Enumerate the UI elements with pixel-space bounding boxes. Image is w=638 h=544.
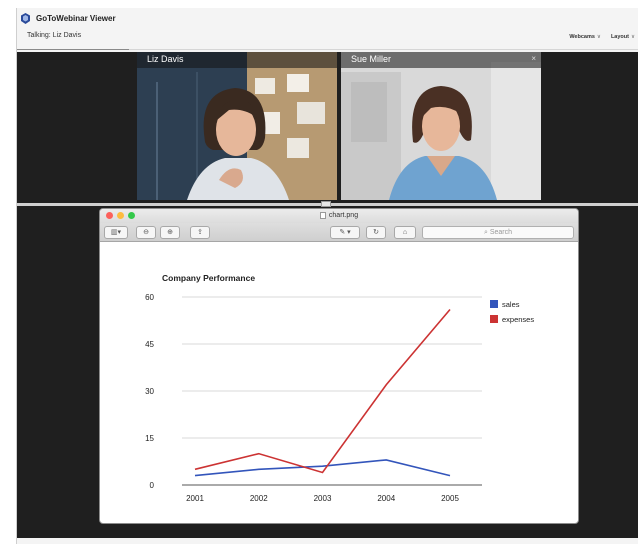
markup-button[interactable]: ✎ ▾ <box>330 226 360 239</box>
preview-title-bar: chart.png <box>100 209 578 223</box>
zoom-out-button[interactable]: ⊖ <box>136 226 156 239</box>
search-field[interactable]: ⌕ Search <box>422 226 574 239</box>
legend-label-sales: sales <box>502 300 520 309</box>
presentation-stage: Liz Davis Sue Miller × chart.png ▥▾ ⊖ ⊕ … <box>17 52 638 538</box>
toolbox-icon: ⌂ <box>402 229 408 236</box>
webcams-menu-label: Webcams <box>569 34 595 40</box>
layout-menu[interactable]: Layout ∨ <box>611 34 635 40</box>
gotowebinar-window: GoToWebinar Viewer Talking: Liz Davis We… <box>16 8 638 544</box>
share-icon: ⇪ <box>197 229 203 236</box>
line-chart: Company Performance 0 15 30 45 60 2001 2002 200… <box>145 273 534 503</box>
webcam-name: Liz Davis <box>137 52 337 68</box>
share-button[interactable]: ⇪ <box>190 226 210 239</box>
gotowebinar-logo-icon <box>21 12 30 24</box>
x-tick-label: 2005 <box>441 494 459 503</box>
talking-indicator: Talking: Liz Davis <box>27 32 82 39</box>
layout-menu-label: Layout <box>610 34 629 40</box>
close-window-button[interactable] <box>106 212 113 219</box>
y-tick-label: 0 <box>150 481 155 490</box>
y-tick-label: 45 <box>145 340 154 349</box>
search-placeholder: Search <box>489 229 513 236</box>
file-name: chart.png <box>328 212 359 219</box>
talking-bar: Talking: Liz Davis Webcams ∨ Layout ∨ <box>17 28 638 50</box>
rotate-icon: ↻ <box>373 229 379 236</box>
y-tick-label: 60 <box>145 293 154 302</box>
chevron-down-icon: ∨ <box>596 34 601 40</box>
divider-grip-handle[interactable] <box>321 201 331 207</box>
chart-title: Company Performance <box>162 273 255 283</box>
x-tick-label: 2003 <box>314 494 332 503</box>
preview-window: chart.png ▥▾ ⊖ ⊕ ⇪ ✎ ▾ ↻ ⌂ ⌕ Search Comp… <box>99 208 579 524</box>
legend-swatch-sales <box>490 300 498 308</box>
title-bar: GoToWebinar Viewer <box>17 8 638 28</box>
y-tick-label: 30 <box>145 387 154 396</box>
toolbox-button[interactable]: ⌂ <box>394 226 416 239</box>
chart-area: Company Performance 0 15 30 45 60 2001 2002 200… <box>100 243 578 523</box>
minimize-window-button[interactable] <box>117 212 124 219</box>
webcams-menu[interactable]: Webcams ∨ <box>569 34 601 40</box>
pen-icon: ✎ ▾ <box>339 229 351 236</box>
preview-toolbar: ▥▾ ⊖ ⊕ ⇪ ✎ ▾ ↻ ⌂ ⌕ Search <box>100 223 578 242</box>
x-tick-label: 2002 <box>250 494 268 503</box>
legend-swatch-expenses <box>490 315 498 323</box>
close-icon[interactable]: × <box>531 54 536 63</box>
webcam-video-liz-davis <box>137 52 337 200</box>
chevron-down-icon: ∨ <box>630 34 635 40</box>
window-title: GoToWebinar Viewer <box>36 13 116 23</box>
legend-label-expenses: expenses <box>502 315 534 324</box>
zoom-out-icon: ⊖ <box>143 229 149 236</box>
webcam-name: Sue Miller <box>341 52 541 68</box>
sidebar-icon: ▥▾ <box>110 229 122 236</box>
webcam-tile-sue-miller[interactable]: Sue Miller × <box>341 52 541 200</box>
rotate-button[interactable]: ↻ <box>366 226 386 239</box>
zoom-in-icon: ⊕ <box>167 229 173 236</box>
zoom-window-button[interactable] <box>128 212 135 219</box>
file-icon <box>319 211 326 219</box>
zoom-in-button[interactable]: ⊕ <box>160 226 180 239</box>
y-tick-label: 15 <box>145 434 154 443</box>
view-menus: Webcams ∨ Layout ∨ <box>569 34 635 40</box>
x-tick-label: 2001 <box>186 494 204 503</box>
webcam-video-sue-miller <box>341 52 541 200</box>
sidebar-toggle-button[interactable]: ▥▾ <box>104 226 128 239</box>
webcam-tile-liz-davis[interactable]: Liz Davis <box>137 52 337 200</box>
x-tick-label: 2004 <box>377 494 395 503</box>
talking-underline <box>17 49 129 50</box>
